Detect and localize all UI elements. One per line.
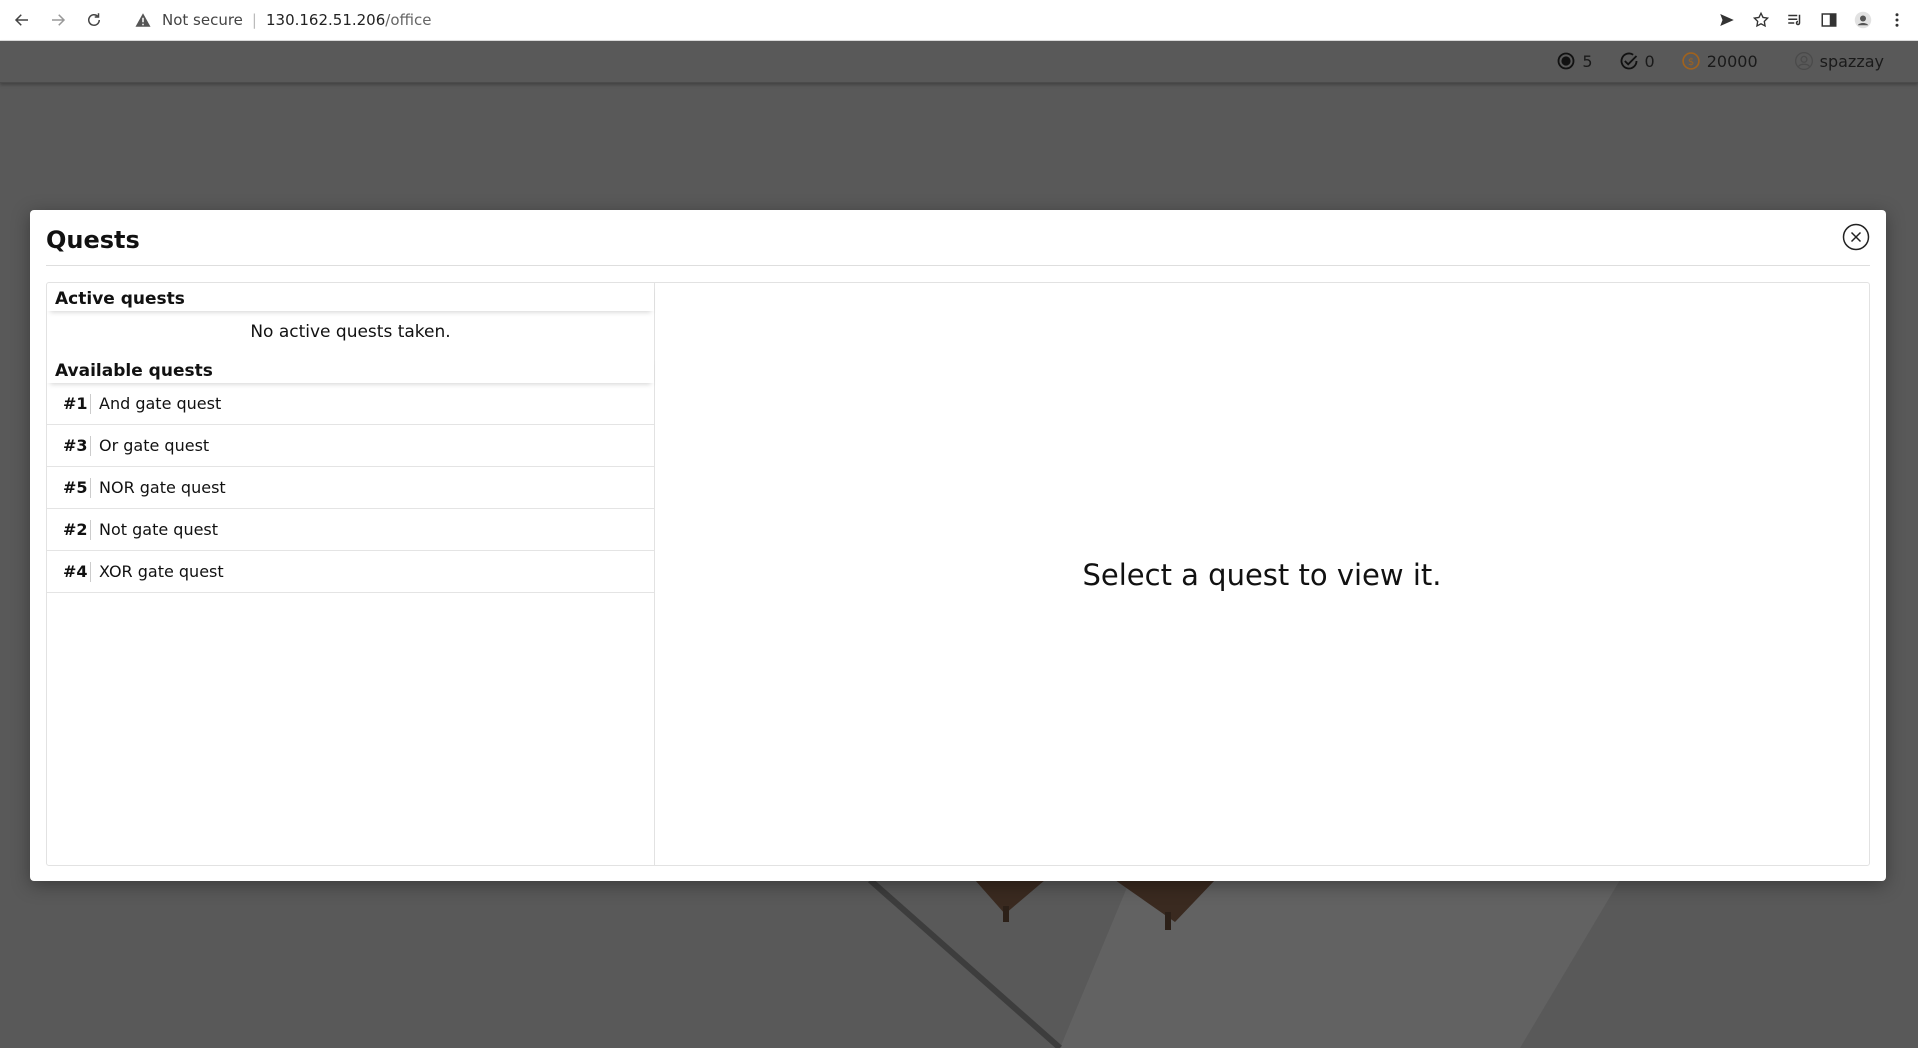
target-icon: [1557, 52, 1575, 70]
app-header: 5 0 $ 20000 spazzay: [0, 41, 1918, 83]
completed-count: 0: [1644, 51, 1655, 71]
coins-stat: $ 20000: [1681, 51, 1758, 71]
quest-name: And gate quest: [99, 394, 222, 413]
quest-name: Not gate quest: [99, 520, 219, 539]
active-quests-heading: Active quests: [47, 283, 654, 311]
quest-id: #3: [47, 435, 91, 456]
url-path: /office: [385, 11, 432, 29]
quests-modal: Quests Active quests No active quests ta…: [30, 210, 1886, 881]
coin-icon: $: [1681, 52, 1700, 70]
quest-detail-pane: Select a quest to view it.: [655, 283, 1869, 865]
kebab-menu-icon: [1895, 13, 1899, 27]
arrow-left-icon: [14, 14, 28, 26]
svg-text:$: $: [1688, 57, 1694, 68]
quest-item[interactable]: #2 Not gate quest: [47, 509, 654, 551]
profile-button[interactable]: [1850, 6, 1876, 34]
tokens-count: 5: [1582, 51, 1593, 71]
url-host: 130.162.51.206: [265, 11, 386, 29]
address-bar[interactable]: Not secure | 130.162.51.206 /office: [134, 11, 432, 29]
quest-item[interactable]: #4 XOR gate quest: [47, 551, 654, 593]
completed-stat: 0: [1619, 51, 1655, 71]
arrow-right-icon: [52, 14, 66, 26]
star-icon: [1752, 11, 1770, 28]
browser-actions: [1714, 6, 1910, 34]
side-panel-icon: [1821, 13, 1837, 27]
select-quest-placeholder: Select a quest to view it.: [1082, 558, 1442, 592]
modal-header: Quests: [46, 210, 1870, 266]
quest-id: #5: [47, 477, 91, 498]
browser-toolbar: Not secure | 130.162.51.206 /office: [0, 0, 1918, 41]
tokens-stat: 5: [1556, 51, 1593, 71]
quest-item[interactable]: #3 Or gate quest: [47, 425, 654, 467]
quest-item[interactable]: #5 NOR gate quest: [47, 467, 654, 509]
forward-button[interactable]: [44, 6, 72, 34]
check-circle-icon: [1620, 52, 1637, 70]
quest-list-pane: Active quests No active quests taken. Av…: [47, 283, 655, 865]
playlist-icon: [1788, 14, 1801, 26]
reload-icon: [88, 13, 100, 26]
quest-id: #2: [47, 519, 91, 540]
warning-icon: [135, 13, 151, 27]
send-button[interactable]: [1714, 6, 1740, 34]
profile-icon: [1854, 11, 1872, 29]
username: spazzay: [1819, 51, 1884, 71]
quest-name: XOR gate quest: [99, 562, 224, 581]
bookmark-button[interactable]: [1748, 6, 1774, 34]
close-icon: [1842, 223, 1870, 251]
reading-list-button[interactable]: [1782, 6, 1808, 34]
no-active-quests-text: No active quests taken.: [250, 322, 451, 342]
quest-id: #1: [47, 393, 91, 414]
menu-button[interactable]: [1884, 6, 1910, 34]
close-button[interactable]: [1842, 223, 1870, 251]
modal-title: Quests: [46, 226, 140, 254]
coins-count: 20000: [1706, 51, 1758, 71]
back-button[interactable]: [8, 6, 36, 34]
player-stats: 5 0 $ 20000 spazzay: [1530, 51, 1884, 71]
side-panel-button[interactable]: [1816, 6, 1842, 34]
user-icon: [1794, 52, 1813, 70]
modal-body: Active quests No active quests taken. Av…: [46, 282, 1870, 866]
quest-id: #4: [47, 561, 91, 582]
available-quests-heading: Available quests: [47, 355, 654, 383]
user-menu[interactable]: spazzay: [1794, 51, 1884, 71]
reload-button[interactable]: [80, 6, 108, 34]
send-icon: [1720, 14, 1734, 26]
address-separator: |: [251, 11, 257, 29]
quest-name: Or gate quest: [99, 436, 210, 455]
quest-item[interactable]: #1 And gate quest: [47, 383, 654, 425]
security-label: Not secure: [162, 11, 243, 29]
quest-name: NOR gate quest: [99, 478, 226, 497]
